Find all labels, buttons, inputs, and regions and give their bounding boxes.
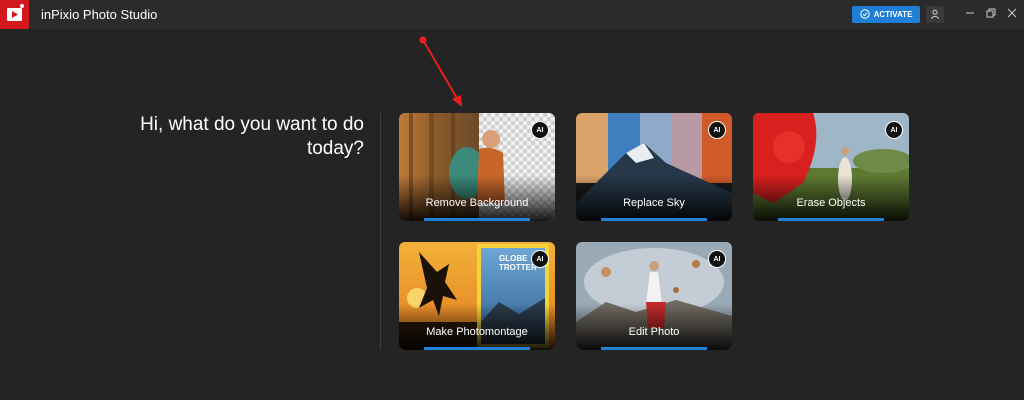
red-arrow-annotation	[419, 36, 462, 107]
